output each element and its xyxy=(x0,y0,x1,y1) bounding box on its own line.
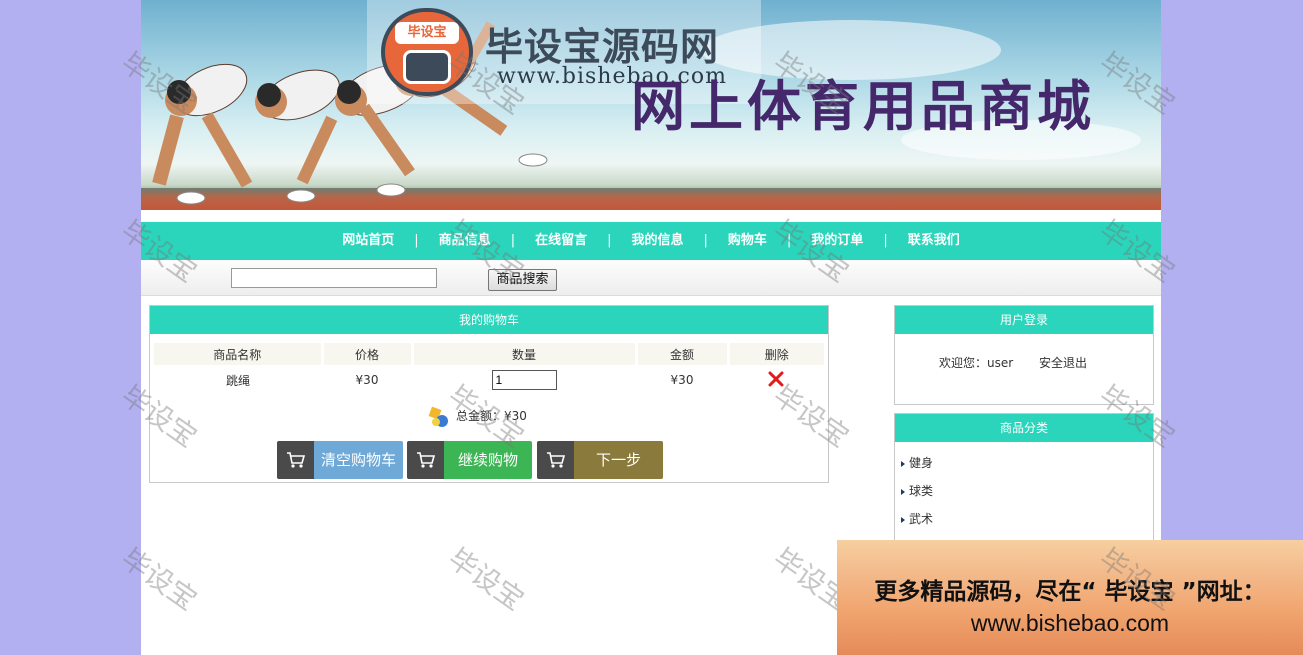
next-step-button[interactable]: 下一步 xyxy=(537,441,663,479)
coins-icon xyxy=(428,406,448,427)
nav-cart[interactable]: 购物车 xyxy=(716,222,779,260)
list-item: 球类 xyxy=(901,482,1153,510)
continue-shopping-button[interactable]: 继续购物 xyxy=(407,441,532,479)
nav-products[interactable]: 商品信息 xyxy=(427,222,503,260)
cart-icon xyxy=(537,441,574,479)
category-link[interactable]: 武术 xyxy=(909,512,933,526)
logout-link[interactable]: 安全退出 xyxy=(1039,356,1087,370)
list-item: 武术 xyxy=(901,510,1153,538)
col-price: 价格 xyxy=(322,343,414,365)
cart-header-row: 商品名称 价格 数量 金额 删除 xyxy=(154,343,824,365)
cart-icon xyxy=(277,441,314,479)
category-link[interactable]: 健身 xyxy=(909,456,933,470)
arrow-icon xyxy=(901,460,905,467)
cart-table: 商品名称 价格 数量 金额 删除 跳绳 ¥30 ¥30 xyxy=(154,343,824,395)
col-name: 商品名称 xyxy=(154,343,324,365)
quantity-input[interactable] xyxy=(491,370,557,390)
nav-home[interactable]: 网站首页 xyxy=(330,222,406,260)
arrow-icon xyxy=(901,488,905,495)
header-banner: 毕设宝 毕设宝源码网 www.bishebao.com 网上体育用品商城 xyxy=(141,0,1161,210)
ad-url: www.bishebao.com xyxy=(970,610,1170,636)
ad-text: 更多精品源码，尽在“ 毕设宝 ”网址： xyxy=(874,579,1266,605)
col-quantity: 数量 xyxy=(412,343,638,365)
category-link[interactable]: 球类 xyxy=(909,484,933,498)
login-title: 用户登录 xyxy=(895,306,1153,334)
nav-my-info[interactable]: 我的信息 xyxy=(619,222,695,260)
logo-badge-icon: 毕设宝 xyxy=(381,8,473,96)
list-item: 健身 xyxy=(901,454,1153,482)
category-title: 商品分类 xyxy=(895,414,1153,442)
welcome-text: 欢迎您：user xyxy=(939,356,1014,370)
item-price: ¥30 xyxy=(355,373,379,387)
table-row: 跳绳 ¥30 ¥30 xyxy=(154,365,824,395)
ad-banner[interactable]: 更多精品源码，尽在“ 毕设宝 ”网址： www.bishebao.com xyxy=(837,540,1303,655)
nav-my-orders[interactable]: 我的订单 xyxy=(799,222,875,260)
nav-messages[interactable]: 在线留言 xyxy=(523,222,599,260)
item-name: 跳绳 xyxy=(225,373,250,388)
total-amount: 总金额：¥30 xyxy=(456,409,527,423)
cart-panel: 我的购物车 商品名称 价格 数量 金额 删除 跳绳 ¥30 ¥30 xyxy=(149,305,829,483)
login-panel: 用户登录 欢迎您：user 安全退出 xyxy=(894,305,1154,405)
main-nav: 网站首页 | 商品信息 | 在线留言 | 我的信息 | 购物车 | 我的订单 | 联系我们 xyxy=(141,222,1161,260)
search-input[interactable] xyxy=(231,268,437,288)
cart-icon xyxy=(407,441,444,479)
cart-title: 我的购物车 xyxy=(150,306,828,334)
arrow-icon xyxy=(901,516,905,523)
search-button[interactable]: 商品搜索 xyxy=(488,269,557,291)
col-delete: 删除 xyxy=(728,343,824,365)
nav-contact[interactable]: 联系我们 xyxy=(896,222,972,260)
category-list: 健身 球类 武术 xyxy=(895,442,1153,538)
item-amount: ¥30 xyxy=(670,373,694,387)
cart-total: 总金额：¥30 xyxy=(428,404,527,428)
col-amount: 金额 xyxy=(636,343,730,365)
clear-cart-button[interactable]: 清空购物车 xyxy=(277,441,403,479)
delete-icon[interactable] xyxy=(768,371,784,387)
search-bar: 商品搜索 xyxy=(141,260,1161,296)
site-title: 网上体育用品商城 xyxy=(631,75,1095,138)
